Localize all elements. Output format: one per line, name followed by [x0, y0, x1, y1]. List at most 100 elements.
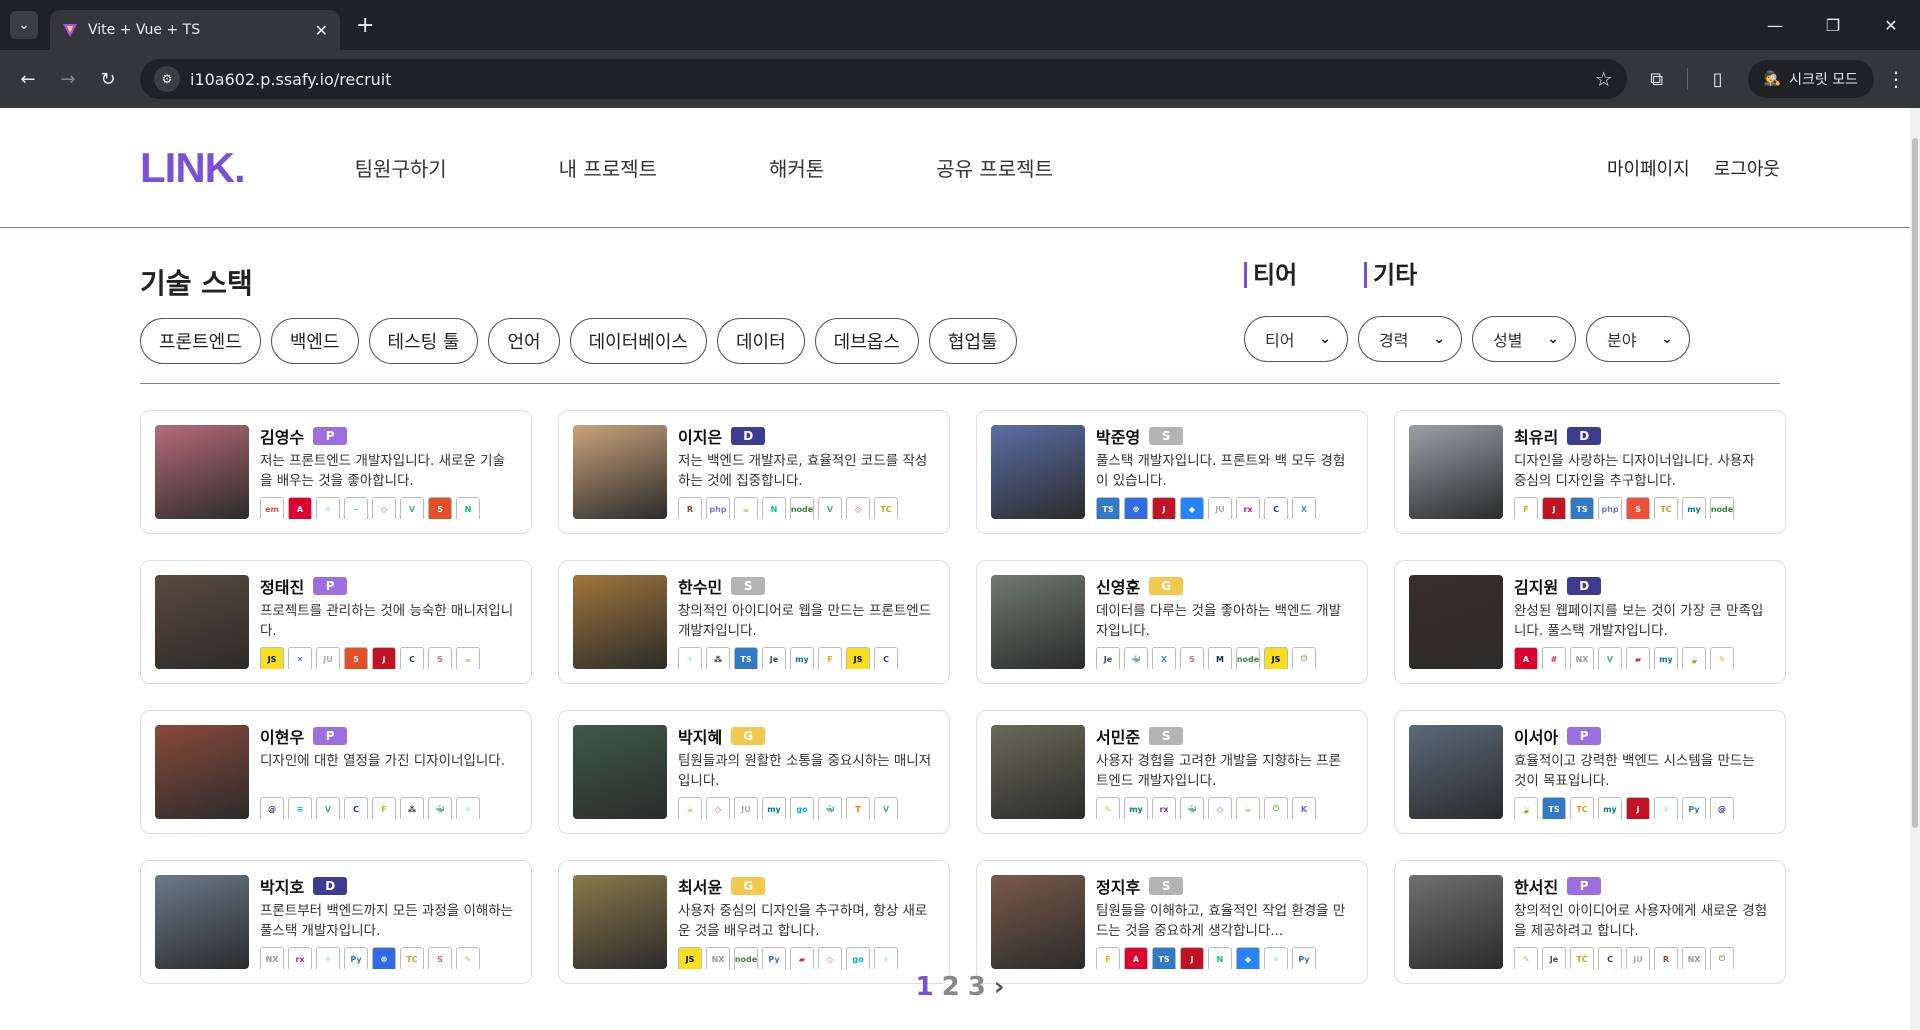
- docker-icon: 🐳: [1180, 797, 1204, 819]
- member-card[interactable]: 최서윤 G 사용자 중심의 디자인을 추구하며, 항상 새로운 것을 배우려고 합니…: [558, 860, 950, 984]
- page-1-link[interactable]: 1: [916, 972, 934, 1002]
- member-description: 창의적인 아이디어로 웹을 만드는 프론트엔드 개발자입니다.: [678, 603, 932, 639]
- etc-title: 기타: [1364, 262, 1417, 288]
- tech-icon-row: TS ☸ J ◆ JU rx C X: [1096, 497, 1353, 519]
- tailwind-icon: ~: [344, 497, 368, 519]
- tier-select-label: 티어: [1265, 331, 1295, 350]
- jenkins-icon: Je: [1096, 647, 1120, 669]
- chevron-down-icon: ⌄: [18, 17, 30, 33]
- member-photo: [573, 725, 667, 819]
- graphql-icon: ◇: [818, 947, 842, 969]
- member-card[interactable]: 박지혜 G 팀원들과의 원활한 소통을 중요시하는 매니저입니다. ☕ ◇ JU my go 🐳…: [558, 710, 950, 834]
- member-card[interactable]: 서민준 S 사용자 경험을 고려한 개발을 지향하는 프론트엔드 개발자입니다. ✎ m…: [976, 710, 1368, 834]
- member-card[interactable]: 정태진 P 프로젝트를 관리하는 것에 능숙한 매니저입니다. JS ✕ JU 5 J C S ☕: [140, 560, 532, 684]
- nav-hackathon[interactable]: 해커톤: [769, 153, 824, 182]
- browser-menu-icon[interactable]: ⋮: [1884, 67, 1908, 91]
- tech-icon-row: Je 🐳 X S Mnode JS ⏻: [1096, 647, 1353, 669]
- member-card[interactable]: 이현우 P 디자인에 대한 열정을 가진 디자이너입니다. @ ≡ V C F ⁂ 🐳 ⚛: [140, 710, 532, 834]
- member-card[interactable]: 김영수 P 저는 프론트엔드 개발자입니다. 새로운 기술을 배우는 것을 좋아합니…: [140, 410, 532, 534]
- stack-data-button[interactable]: 데이터: [716, 318, 805, 364]
- page-scrollbar[interactable]: [1910, 108, 1920, 1030]
- junit-icon: JU: [1626, 947, 1650, 969]
- member-name-row: 한수민 S: [678, 575, 935, 597]
- page-2-link[interactable]: 2: [942, 972, 960, 1002]
- logout-link[interactable]: 로그아웃: [1714, 155, 1780, 181]
- firebase-icon: F: [1096, 947, 1120, 969]
- next-page-icon[interactable]: ›: [994, 972, 1005, 1002]
- url-text[interactable]: i10a602.p.ssafy.io/recruit: [190, 70, 1595, 89]
- java-icon: ☕: [734, 497, 758, 519]
- node-icon: node: [1710, 497, 1734, 519]
- member-card[interactable]: 한수민 S 창의적인 아이디어로 웹을 만드는 프론트엔드 개발자입니다. ⚛ ⁂ TS J…: [558, 560, 950, 684]
- logo[interactable]: LINK.: [140, 144, 246, 192]
- close-tab-icon[interactable]: ✕: [315, 21, 328, 40]
- tier-badge: G: [1149, 577, 1184, 595]
- member-description: 사용자 경험을 고려한 개발을 지향하는 프론트엔드 개발자입니다.: [1096, 753, 1342, 789]
- career-select[interactable]: 경력 ⌄: [1358, 316, 1462, 362]
- member-card[interactable]: 최유리 D 디자인을 사랑하는 디자이너입니다. 사용자 중심의 디자인을 추구합니…: [1394, 410, 1786, 534]
- next-icon: NX: [260, 947, 284, 969]
- minimize-icon[interactable]: —: [1746, 0, 1804, 50]
- site-info-icon[interactable]: ⚙: [154, 66, 180, 92]
- member-name: 이지은: [678, 428, 723, 447]
- new-tab-icon[interactable]: +: [356, 13, 374, 38]
- member-photo: [991, 425, 1085, 519]
- stack-collab-button[interactable]: 협업툴: [928, 318, 1017, 364]
- stack-database-button[interactable]: 데이터베이스: [569, 318, 707, 364]
- bookmark-star-icon[interactable]: ☆: [1595, 67, 1613, 91]
- restore-icon[interactable]: ❐: [1804, 0, 1862, 50]
- stack-frontend-button[interactable]: 프론트엔드: [140, 318, 261, 364]
- member-info: 이현우 P 디자인에 대한 열정을 가진 디자이너입니다. @ ≡ V C F ⁂ 🐳 ⚛: [260, 725, 517, 819]
- reload-icon[interactable]: ↻: [92, 63, 124, 95]
- tech-icon-row: Rphp ☕ Nnode V ◇ TC: [678, 497, 935, 519]
- mypage-link[interactable]: 마이페이지: [1607, 155, 1690, 181]
- chevron-down-icon: ⌄: [1661, 331, 1673, 347]
- gender-select[interactable]: 성별 ⌄: [1472, 316, 1576, 362]
- member-card[interactable]: 박지호 D 프론트부터 백엔드까지 모든 과정을 이해하는 풀스택 개발자입니다. N…: [140, 860, 532, 984]
- mysql-icon: my: [1124, 797, 1148, 819]
- spring-icon: ⏻: [1710, 947, 1734, 969]
- mysql-icon: my: [1682, 497, 1706, 519]
- side-panel-icon[interactable]: ▯: [1702, 63, 1734, 95]
- vue-icon: V: [316, 797, 340, 819]
- go-icon: go: [790, 797, 814, 819]
- nav-my-projects[interactable]: 내 프로젝트: [559, 153, 657, 182]
- stack-language-button[interactable]: 언어: [488, 318, 560, 364]
- react-icon: ⚛: [678, 647, 702, 669]
- forward-icon[interactable]: →: [52, 63, 84, 95]
- nav-recruit[interactable]: 팀원구하기: [355, 153, 447, 182]
- mariadb-icon: M: [1208, 647, 1232, 669]
- field-select[interactable]: 분야 ⌄: [1586, 316, 1690, 362]
- back-icon[interactable]: ←: [12, 63, 44, 95]
- member-card[interactable]: 한서진 P 창의적인 아이디어로 사용자에게 새로운 경험을 제공하려고 합니다. ✎…: [1394, 860, 1786, 984]
- incognito-badge[interactable]: 🕵 시크릿 모드: [1747, 60, 1874, 98]
- gender-select-label: 성별: [1493, 331, 1523, 350]
- extensions-icon[interactable]: ⧉: [1641, 63, 1673, 95]
- java-icon: ☕: [678, 797, 702, 819]
- java-icon: ☕: [456, 647, 480, 669]
- member-card[interactable]: 정지후 S 팀원들을 이해하고, 효율적인 작업 환경을 만드는 것을 중요하게 생…: [976, 860, 1368, 984]
- tier-badge: G: [731, 727, 766, 745]
- redis-icon: ▰: [790, 947, 814, 969]
- scrollbar-thumb[interactable]: [1912, 138, 1918, 828]
- tab-search-button[interactable]: ⌄: [10, 11, 38, 39]
- page-3-link[interactable]: 3: [968, 972, 986, 1002]
- close-window-icon[interactable]: ✕: [1862, 0, 1920, 50]
- stack-button-group: 프론트엔드 백엔드 테스팅 툴 언어 데이터베이스 데이터 데브옵스 협업툴: [140, 318, 1017, 364]
- angular-icon: A: [1514, 647, 1538, 669]
- member-card[interactable]: 이서아 P 효율적이고 강력한 백엔드 시스템을 만드는 것이 목표입니다. 🍃 TS T…: [1394, 710, 1786, 834]
- omnibox[interactable]: ⚙ i10a602.p.ssafy.io/recruit ☆: [140, 59, 1627, 99]
- mysql-icon: my: [1598, 797, 1622, 819]
- tier-select[interactable]: 티어 ⌄: [1244, 316, 1348, 362]
- member-card[interactable]: 신영훈 G 데이터를 다루는 것을 좋아하는 백엔드 개발자입니다. Je 🐳 X S Mno…: [976, 560, 1368, 684]
- tier-badge: D: [1567, 577, 1602, 595]
- browser-tab[interactable]: Vite + Vue + TS ✕: [50, 10, 340, 50]
- stack-backend-button[interactable]: 백엔드: [270, 318, 359, 364]
- member-name-row: 정태진 P: [260, 575, 517, 597]
- nav-shared-projects[interactable]: 공유 프로젝트: [936, 153, 1053, 182]
- member-card[interactable]: 이지은 D 저는 백엔드 개발자로, 효율적인 코드를 작성하는 것에 집중합니다.…: [558, 410, 950, 534]
- stack-testing-button[interactable]: 테스팅 툴: [368, 318, 479, 364]
- member-card[interactable]: 김지원 D 완성된 웹페이지를 보는 것이 가장 큰 만족입니다. 풀스택 개발자입…: [1394, 560, 1786, 684]
- member-card[interactable]: 박준영 S 풀스택 개발자입니다. 프론트와 백 모두 경험이 있습니다. TS ☸ J ◆…: [976, 410, 1368, 534]
- stack-devops-button[interactable]: 데브옵스: [814, 318, 919, 364]
